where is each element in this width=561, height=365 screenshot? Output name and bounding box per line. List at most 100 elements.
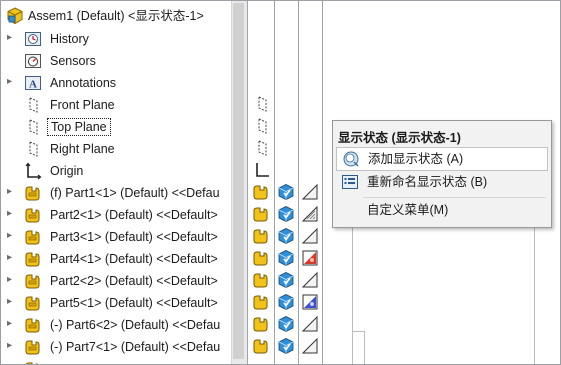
tree-item-origin[interactable]: Origin <box>1 160 231 182</box>
tree-item-label: (-) Part7<1> (Default) <<Defau <box>50 340 221 354</box>
expand-arrow-icon[interactable]: ▸ <box>7 31 17 45</box>
display-state-context-menu: 显示状态 (显示状态-1) 添加显示状态 (A) 重新命名显示状态 (B) 自定… <box>332 120 552 228</box>
part-icon <box>24 360 42 364</box>
menu-item-label: 添加显示状态 (A) <box>368 152 464 166</box>
tree-item-history[interactable]: ▸ History <box>1 28 231 50</box>
tree-root-label: Assem1 (Default) <显示状态-1> <box>28 9 204 23</box>
tree-item-right-plane[interactable]: Right Plane <box>1 138 231 160</box>
expand-arrow-icon[interactable]: ▸ <box>7 207 17 221</box>
tree-item-label: Part2<1> (Default) <<Default> <box>50 208 218 222</box>
part-icon[interactable] <box>252 293 270 311</box>
tree-item-part[interactable]: ▸ Part2<2> (Default) <<Default> <box>1 270 231 292</box>
menu-item-rename-display-state[interactable]: 重新命名显示状态 (B) <box>336 171 546 193</box>
part-icon <box>24 316 42 334</box>
display-mode-cube-icon[interactable] <box>277 293 295 311</box>
expand-arrow-icon[interactable]: ▸ <box>7 229 17 243</box>
display-mode-cube-icon[interactable] <box>277 227 295 245</box>
tree-item-part[interactable]: ▸ (f) Part1<1> (Default) <<Defau <box>1 182 231 204</box>
part-icon <box>24 294 42 312</box>
plane-visibility-icon[interactable] <box>253 139 271 157</box>
tree-scrollbar-thumb[interactable] <box>233 3 244 359</box>
divider-line <box>352 226 353 364</box>
tree-item-label: Top Plane <box>47 118 111 136</box>
expand-arrow-icon[interactable]: ▸ <box>7 295 17 309</box>
expand-arrow-icon[interactable]: ▸ <box>7 273 17 287</box>
tree-item-top-plane[interactable]: Top Plane <box>1 116 231 138</box>
part-icon[interactable] <box>252 227 270 245</box>
tree-item-sensors[interactable]: Sensors <box>1 50 231 72</box>
svg-text:A: A <box>29 79 37 91</box>
column-divider <box>274 1 275 364</box>
tree-item-annotations[interactable]: ▸ A Annotations <box>1 72 231 94</box>
expand-arrow-icon[interactable]: ▸ <box>7 75 17 89</box>
feature-manager-tree: Assem1 (Default) <显示状态-1> ▸ History Sens… <box>1 1 247 364</box>
tree-item-part[interactable]: ▸ Part4<1> (Default) <<Default> <box>1 248 231 270</box>
part-icon <box>24 206 42 224</box>
divider-line <box>534 226 535 364</box>
origin-icon <box>24 162 42 180</box>
part-icon[interactable] <box>252 205 270 223</box>
tree-item-part[interactable]: ▸ (-) Part7<1> (Default) <<Defau <box>1 336 231 358</box>
menu-separator <box>363 197 546 198</box>
tree-item-part[interactable]: ▸ Part3<1> (Default) <<Default> <box>1 226 231 248</box>
display-mode-cube-icon[interactable] <box>277 205 295 223</box>
plane-icon <box>24 140 42 158</box>
expand-arrow-icon[interactable]: ▸ <box>7 361 17 364</box>
display-mode-cube-icon[interactable] <box>277 183 295 201</box>
tree-item-part[interactable]: ▸ Part5<1> (Default) <<Default> <box>1 292 231 314</box>
part-icon[interactable] <box>252 271 270 289</box>
expand-arrow-icon[interactable]: ▸ <box>7 339 17 353</box>
menu-item-add-display-state[interactable]: 添加显示状态 (A) <box>336 147 548 171</box>
part-icon <box>24 228 42 246</box>
plane-visibility-icon[interactable] <box>253 95 271 113</box>
history-icon <box>24 30 42 48</box>
tree-root-assembly[interactable]: Assem1 (Default) <显示状态-1> <box>1 5 231 27</box>
part-icon <box>24 338 42 356</box>
tree-item-label: Part3<1> (Default) <<Default> <box>50 230 218 244</box>
part-icon[interactable] <box>252 315 270 333</box>
origin-visibility-icon[interactable] <box>253 161 271 179</box>
part-icon <box>24 184 42 202</box>
part-icon[interactable] <box>252 183 270 201</box>
appearance-swatch-icon[interactable] <box>301 183 319 201</box>
tree-item-front-plane[interactable]: Front Plane <box>1 94 231 116</box>
appearance-swatch-icon[interactable] <box>301 205 319 223</box>
appearance-swatch-red-icon[interactable] <box>301 249 319 267</box>
column-divider <box>298 1 299 364</box>
appearance-swatch-icon[interactable] <box>301 271 319 289</box>
display-state-columns <box>247 1 331 364</box>
appearance-swatch-icon[interactable] <box>301 337 319 355</box>
tree-item-label: Sensors <box>50 54 96 68</box>
tree-item-part-partial[interactable]: ▸ <box>1 358 231 364</box>
tree-item-label: Annotations <box>50 76 117 90</box>
annotations-icon: A <box>24 74 42 92</box>
menu-item-customize-menu[interactable]: 自定义菜单(M) <box>336 199 546 221</box>
tree-item-label: Origin <box>50 164 84 178</box>
display-mode-cube-icon[interactable] <box>277 337 295 355</box>
tree-item-label: Part4<1> (Default) <<Default> <box>50 252 218 266</box>
expand-arrow-icon[interactable]: ▸ <box>7 185 17 199</box>
part-icon <box>24 272 42 290</box>
appearance-swatch-icon[interactable] <box>301 315 319 333</box>
display-mode-cube-icon[interactable] <box>277 271 295 289</box>
tree-item-part[interactable]: ▸ Part2<1> (Default) <<Default> <box>1 204 231 226</box>
appearance-swatch-icon[interactable] <box>301 227 319 245</box>
tree-item-label: Right Plane <box>50 142 115 156</box>
part-icon[interactable] <box>252 337 270 355</box>
display-mode-cube-icon[interactable] <box>277 249 295 267</box>
plane-icon <box>24 118 42 136</box>
expand-arrow-icon[interactable]: ▸ <box>7 251 17 265</box>
window-frame: Assem1 (Default) <显示状态-1> ▸ History Sens… <box>0 0 561 365</box>
part-icon[interactable] <box>252 249 270 267</box>
context-menu-title: 显示状态 (显示状态-1) <box>338 131 461 145</box>
tree-item-label: Front Plane <box>50 98 115 112</box>
plane-visibility-icon[interactable] <box>253 117 271 135</box>
tree-item-part[interactable]: ▸ (-) Part6<2> (Default) <<Defau <box>1 314 231 336</box>
tree-item-label: Part2<2> (Default) <<Default> <box>50 274 218 288</box>
appearance-swatch-blue-icon[interactable] <box>301 293 319 311</box>
sensors-icon <box>24 52 42 70</box>
divider-line <box>352 331 364 332</box>
expand-arrow-icon[interactable]: ▸ <box>7 317 17 331</box>
menu-item-label: 自定义菜单(M) <box>367 203 449 217</box>
display-mode-cube-icon[interactable] <box>277 315 295 333</box>
